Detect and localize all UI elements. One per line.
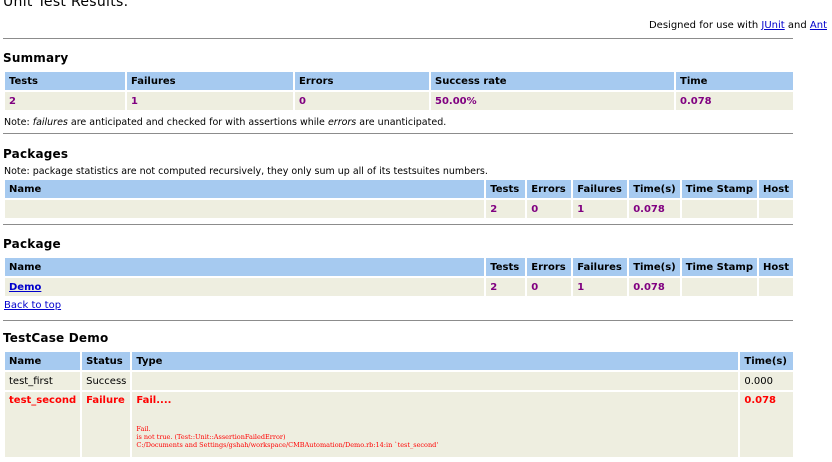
back-to-top-link[interactable]: Back to top xyxy=(4,300,61,311)
packages-errors-value: 0 xyxy=(527,200,572,218)
package-col-time: Time(s) xyxy=(629,258,680,276)
packages-note: Note: package statistics are not compute… xyxy=(4,166,488,177)
package-heading: Package xyxy=(3,237,61,251)
package-col-errors: Errors xyxy=(527,258,572,276)
package-name-cell: Demo xyxy=(5,278,485,296)
packages-failures-value: 1 xyxy=(573,200,628,218)
package-header-row: Name Tests Errors Failures Time(s) Time … xyxy=(5,258,793,276)
summary-errors-value: 0 xyxy=(295,92,429,110)
packages-host-value xyxy=(759,200,793,218)
packages-header-row: Name Tests Errors Failures Time(s) Time … xyxy=(5,180,793,198)
packages-tests-value: 2 xyxy=(486,200,526,218)
packages-name-value xyxy=(5,200,485,218)
testcase-type-value xyxy=(132,372,739,390)
summary-note: Note: failures are anticipated and check… xyxy=(4,117,446,128)
package-errors-value: 0 xyxy=(527,278,572,296)
failure-detail-line: C:/Documents and Settings/gshah/workspac… xyxy=(136,441,439,449)
testcase-header-row: Name Status Type Time(s) xyxy=(5,352,793,370)
separator-package xyxy=(3,320,793,321)
testcase-col-status: Status xyxy=(82,352,131,370)
packages-col-time: Time(s) xyxy=(629,180,680,198)
packages-table: Name Tests Errors Failures Time(s) Time … xyxy=(3,178,795,220)
summary-failures-value: 1 xyxy=(127,92,293,110)
summary-heading: Summary xyxy=(3,51,69,65)
testcase-type-cell: Fail.... Fail. is not true. (Test::Unit:… xyxy=(132,392,739,457)
testcase-table: Name Status Type Time(s) test_first Succ… xyxy=(3,350,795,459)
testcase-status-value: Success xyxy=(82,372,131,390)
testcase-col-name: Name xyxy=(5,352,81,370)
ant-link[interactable]: Ant xyxy=(810,20,827,31)
packages-time-value: 0.078 xyxy=(629,200,680,218)
failure-detail-line: is not true. (Test::Unit::AssertionFaile… xyxy=(136,433,286,441)
packages-heading: Packages xyxy=(3,147,69,161)
package-col-timestamp: Time Stamp xyxy=(681,258,758,276)
summary-header-row: Tests Failures Errors Success rate Time xyxy=(5,72,793,90)
summary-note-part-3: are unanticipated. xyxy=(356,117,447,128)
summary-col-time: Time xyxy=(676,72,793,90)
testcase-col-time: Time(s) xyxy=(740,352,793,370)
package-tests-value: 2 xyxy=(486,278,526,296)
page-title: Unit Test Results. xyxy=(3,0,129,10)
testcase-name-value: test_second xyxy=(5,392,81,457)
separator-packages xyxy=(3,224,793,225)
package-data-row: Demo 2 0 1 0.078 xyxy=(5,278,793,296)
package-col-host: Host xyxy=(759,258,793,276)
packages-timestamp-value xyxy=(681,200,758,218)
testcase-col-type: Type xyxy=(132,352,739,370)
package-timestamp-value xyxy=(681,278,758,296)
summary-col-tests: Tests xyxy=(5,72,125,90)
designed-for-note: Designed for use with JUnit and Ant xyxy=(649,20,827,31)
package-col-failures: Failures xyxy=(573,258,628,276)
summary-table: Tests Failures Errors Success rate Time … xyxy=(3,70,795,112)
summary-note-failures: failures xyxy=(32,117,68,128)
designed-prefix: Designed for use with xyxy=(648,20,762,31)
separator-summary xyxy=(3,133,793,134)
summary-data-row: 2 1 0 50.00% 0.078 xyxy=(5,92,793,110)
separator-header xyxy=(3,38,793,39)
summary-note-part-1: Note: xyxy=(4,117,33,128)
testcase-time-value: 0.078 xyxy=(740,392,793,457)
package-table: Name Tests Errors Failures Time(s) Time … xyxy=(3,256,795,298)
junit-link[interactable]: JUnit xyxy=(761,20,784,31)
summary-col-errors: Errors xyxy=(295,72,429,90)
package-col-tests: Tests xyxy=(486,258,526,276)
package-time-value: 0.078 xyxy=(629,278,680,296)
table-row: test_first Success 0.000 xyxy=(5,372,793,390)
testcase-type-value: Fail.... xyxy=(136,395,172,406)
failure-detail: Fail. is not true. (Test::Unit::Assertio… xyxy=(136,425,734,449)
package-demo-link[interactable]: Demo xyxy=(9,282,41,293)
failure-detail-line: Fail. xyxy=(136,425,151,433)
summary-tests-value: 2 xyxy=(5,92,125,110)
package-host-value xyxy=(759,278,793,296)
testcase-time-value: 0.000 xyxy=(740,372,793,390)
package-col-name: Name xyxy=(5,258,485,276)
designed-and: and xyxy=(784,20,810,31)
package-failures-value: 1 xyxy=(573,278,628,296)
summary-note-errors: errors xyxy=(327,117,357,128)
packages-col-timestamp: Time Stamp xyxy=(681,180,758,198)
testcase-heading: TestCase Demo xyxy=(3,331,109,345)
testcase-status-value: Failure xyxy=(82,392,131,457)
packages-col-host: Host xyxy=(759,180,793,198)
packages-data-row: 2 0 1 0.078 xyxy=(5,200,793,218)
summary-success-rate-value: 50.00% xyxy=(431,92,674,110)
summary-col-success-rate: Success rate xyxy=(431,72,674,90)
summary-time-value: 0.078 xyxy=(676,92,793,110)
testcase-name-value: test_first xyxy=(5,372,81,390)
summary-col-failures: Failures xyxy=(127,72,293,90)
packages-col-name: Name xyxy=(5,180,485,198)
packages-col-tests: Tests xyxy=(486,180,526,198)
table-row: test_second Failure Fail.... Fail. is no… xyxy=(5,392,793,457)
packages-col-failures: Failures xyxy=(573,180,628,198)
summary-note-part-2: are anticipated and checked for with ass… xyxy=(67,117,328,128)
packages-col-errors: Errors xyxy=(527,180,572,198)
